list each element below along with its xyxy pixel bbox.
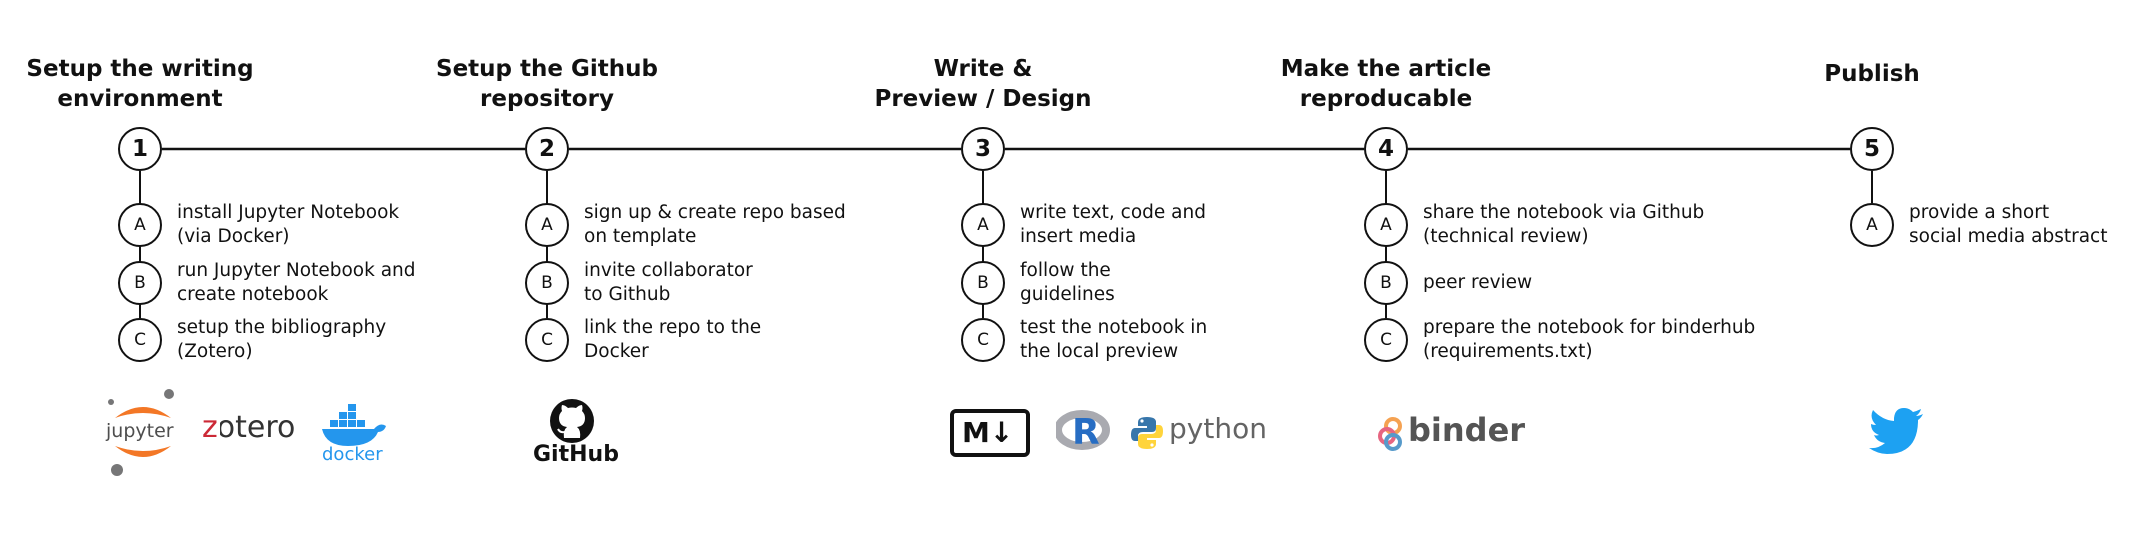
substep-letter-node: B <box>961 261 1005 305</box>
substep-text: sign up & create repo based on template <box>584 201 846 249</box>
substep-letter-node: A <box>525 203 569 247</box>
step-title-line: reproducable <box>1299 86 1473 112</box>
python-logo-text: python <box>1169 412 1267 445</box>
substep-text-line: the local preview <box>1020 341 1179 362</box>
substep-text: write text, code and insert media <box>1020 201 1206 249</box>
zotero-logo: zotero z <box>201 410 301 450</box>
github-octocat-icon <box>550 399 594 443</box>
substep-text-line: invite collaborator <box>584 260 753 281</box>
step-title-line: Setup the Github <box>436 56 658 82</box>
substep-text: invite collaborator to Github <box>584 259 753 307</box>
step-number-node: 5 <box>1850 127 1894 171</box>
github-logo-text: GitHub <box>533 442 619 467</box>
substep-text: prepare the notebook for binderhub (requi… <box>1423 316 1755 364</box>
binder-logo-text: binder <box>1408 411 1526 449</box>
substep-text-line: prepare the notebook for binderhub <box>1423 317 1756 338</box>
substep-text-line: social media abstract <box>1909 226 2108 247</box>
substep-text-line: (technical review) <box>1423 226 1589 247</box>
substep-letter-node: C <box>961 318 1005 362</box>
substep-text: link the repo to the Docker <box>584 316 761 364</box>
step-title-line: Publish <box>1824 61 1920 87</box>
markdown-logo-text: M↓ <box>962 416 1014 449</box>
substep-text-line: Docker <box>584 341 649 362</box>
substep-text-line: share the notebook via Github <box>1423 202 1705 223</box>
step-number-node: 1 <box>118 127 162 171</box>
substep-text-line: sign up & create repo based <box>584 202 846 223</box>
substep-letter-node: C <box>1364 318 1408 362</box>
substep-letter-node: C <box>525 318 569 362</box>
python-snakes-icon <box>1131 417 1163 449</box>
substep-text-line: (Zotero) <box>177 341 253 362</box>
markdown-logo: M↓ <box>950 409 1030 457</box>
step-number-node: 4 <box>1364 127 1408 171</box>
binder-rings-icon <box>1378 417 1402 451</box>
substep-text: provide a short social media abstract <box>1909 201 2107 249</box>
substep-text-line: write text, code and <box>1020 202 1206 223</box>
step-title-line: repository <box>480 86 614 112</box>
substep-text-line: test the notebook in <box>1020 317 1208 338</box>
substep-text-line: run Jupyter Notebook and <box>177 260 416 281</box>
r-logo: R <box>1054 410 1112 456</box>
step-title: Setup the Github repository <box>387 54 707 114</box>
substep-letter-node: A <box>961 203 1005 247</box>
substep-letter-node: B <box>118 261 162 305</box>
substep-text-line: (via Docker) <box>177 226 290 247</box>
step-number-node: 2 <box>525 127 569 171</box>
step-title-line: Setup the writing <box>26 56 254 82</box>
step-title: Setup the writing environment <box>0 54 300 114</box>
workflow-diagram: Setup the writing environment 1 Ainstall Ju… <box>0 0 2130 542</box>
step-title-line: Make the article <box>1280 56 1492 82</box>
substep-text: run Jupyter Notebook and create notebook <box>177 259 416 307</box>
docker-logo-text: docker <box>322 444 383 465</box>
twitter-logo <box>1869 408 1925 456</box>
zotero-z-letter: z <box>202 410 218 445</box>
substep-text-line: follow the <box>1020 260 1111 281</box>
jupyter-logo-text: jupyter <box>106 420 174 442</box>
substep-text-line: create notebook <box>177 284 329 305</box>
substep-text: follow the guidelines <box>1020 259 1115 307</box>
jupyter-logo: jupyter <box>103 388 183 478</box>
substep-text: test the notebook in the local preview <box>1020 316 1207 364</box>
substep-letter-node: C <box>118 318 162 362</box>
substep-text-line: on template <box>584 226 697 247</box>
substep-letter-node: A <box>118 203 162 247</box>
substep-text-line: (requirements.txt) <box>1423 341 1593 362</box>
python-logo: python <box>1131 412 1267 456</box>
substep-text: setup the bibliography (Zotero) <box>177 316 386 364</box>
substep-text-line: setup the bibliography <box>177 317 387 338</box>
substep-text: peer review <box>1423 271 1532 295</box>
substep-text-line: link the repo to the <box>584 317 762 338</box>
substep-text-line: peer review <box>1423 272 1533 293</box>
substep-letter-node: B <box>1364 261 1408 305</box>
twitter-bird-icon <box>1869 408 1923 454</box>
substep-letter-node: B <box>525 261 569 305</box>
binder-logo: binder <box>1378 411 1528 456</box>
r-logo-text: R <box>1072 412 1100 453</box>
substep-letter-node: A <box>1364 203 1408 247</box>
step-title-line: Write & <box>933 56 1033 82</box>
step-title: Publish <box>1712 59 2032 89</box>
substep-letter-node: A <box>1850 203 1894 247</box>
step-title-line: environment <box>57 86 223 112</box>
step-title: Make the article reproducable <box>1226 54 1546 114</box>
substep-text-line: to Github <box>584 284 671 305</box>
substep-text: install Jupyter Notebook (via Docker) <box>177 201 399 249</box>
substep-text-line: guidelines <box>1020 284 1115 305</box>
substep-text-line: insert media <box>1020 226 1137 247</box>
step-number-node: 3 <box>961 127 1005 171</box>
substep-text-line: provide a short <box>1909 202 2050 223</box>
docker-logo: docker <box>320 402 390 472</box>
github-logo: GitHub <box>533 398 619 473</box>
docker-whale-icon <box>322 404 386 446</box>
substep-text: share the notebook via Github (technical … <box>1423 201 1704 249</box>
step-title-line: Preview / Design <box>874 86 1092 112</box>
step-title: Write & Preview / Design <box>823 54 1143 114</box>
substep-text-line: install Jupyter Notebook <box>177 202 400 223</box>
